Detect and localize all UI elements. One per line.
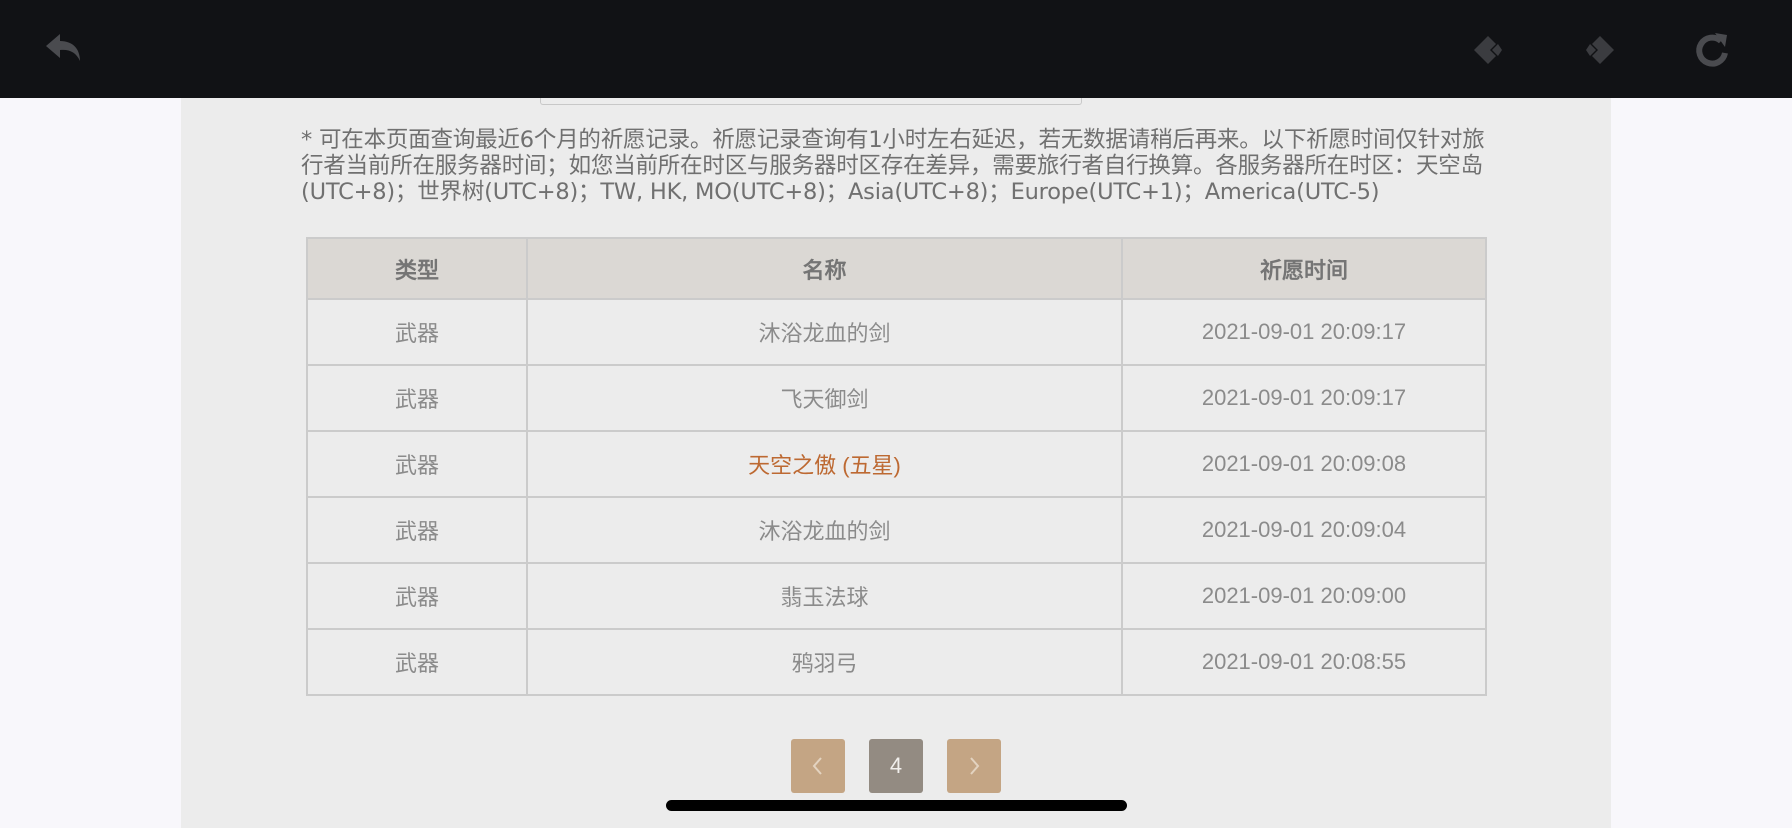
home-indicator[interactable]: [666, 800, 1127, 811]
cell-time: 2021-09-01 20:09:04: [1121, 496, 1487, 564]
cell-name: 鸦羽弓: [526, 628, 1123, 696]
table-row: 武器 飞天御剑 2021-09-01 20:09:17: [306, 364, 1487, 432]
cell-time: 2021-09-01 20:09:08: [1121, 430, 1487, 498]
panel-top-tab: [540, 98, 1082, 105]
cell-type: 武器: [306, 562, 528, 630]
cell-name: 沐浴龙血的剑: [526, 496, 1123, 564]
notice-text: * 可在本页面查询最近6个月的祈愿记录。祈愿记录查询有1小时左右延迟，若无数据请…: [301, 127, 1485, 205]
table-header-row: 类型 名称 祈愿时间: [306, 237, 1487, 300]
reload-button[interactable]: [1688, 26, 1736, 74]
cell-time: 2021-09-01 20:08:55: [1121, 628, 1487, 696]
cell-name: 沐浴龙血的剑: [526, 298, 1123, 366]
prev-page-button[interactable]: [791, 739, 845, 793]
table-row: 武器 鸦羽弓 2021-09-01 20:08:55: [306, 628, 1487, 696]
diamond-arrow-left-icon: [1474, 36, 1502, 64]
cell-type: 武器: [306, 496, 528, 564]
current-page-indicator: 4: [869, 739, 923, 793]
next-page-button[interactable]: [947, 739, 1001, 793]
cell-time: 2021-09-01 20:09:17: [1121, 298, 1487, 366]
reload-icon: [1696, 33, 1728, 67]
table-row: 武器 天空之傲 (五星) 2021-09-01 20:09:08: [306, 430, 1487, 498]
chevron-right-icon: [970, 757, 980, 775]
cell-name: 飞天御剑: [526, 364, 1123, 432]
browser-toolbar: [0, 0, 1792, 98]
wish-records-table: 类型 名称 祈愿时间 武器 沐浴龙血的剑 2021-09-01 20:09:17…: [306, 237, 1487, 696]
diamond-arrow-right-icon: [1586, 36, 1614, 64]
header-name: 名称: [526, 237, 1123, 300]
nav-forward-button[interactable]: [1576, 26, 1624, 74]
cell-type: 武器: [306, 628, 528, 696]
back-arrow-icon: [46, 34, 80, 61]
header-time: 祈愿时间: [1121, 237, 1487, 300]
cell-name-five-star: 天空之傲 (五星): [526, 430, 1123, 498]
nav-back-button[interactable]: [1464, 26, 1512, 74]
cell-time: 2021-09-01 20:09:00: [1121, 562, 1487, 630]
cell-type: 武器: [306, 298, 528, 366]
cell-name: 翡玉法球: [526, 562, 1123, 630]
table-row: 武器 翡玉法球 2021-09-01 20:09:00: [306, 562, 1487, 630]
cell-type: 武器: [306, 430, 528, 498]
table-row: 武器 沐浴龙血的剑 2021-09-01 20:09:04: [306, 496, 1487, 564]
chevron-left-icon: [812, 757, 822, 775]
cell-type: 武器: [306, 364, 528, 432]
back-button[interactable]: [40, 26, 88, 74]
header-type: 类型: [306, 237, 528, 300]
table-row: 武器 沐浴龙血的剑 2021-09-01 20:09:17: [306, 298, 1487, 366]
cell-time: 2021-09-01 20:09:17: [1121, 364, 1487, 432]
